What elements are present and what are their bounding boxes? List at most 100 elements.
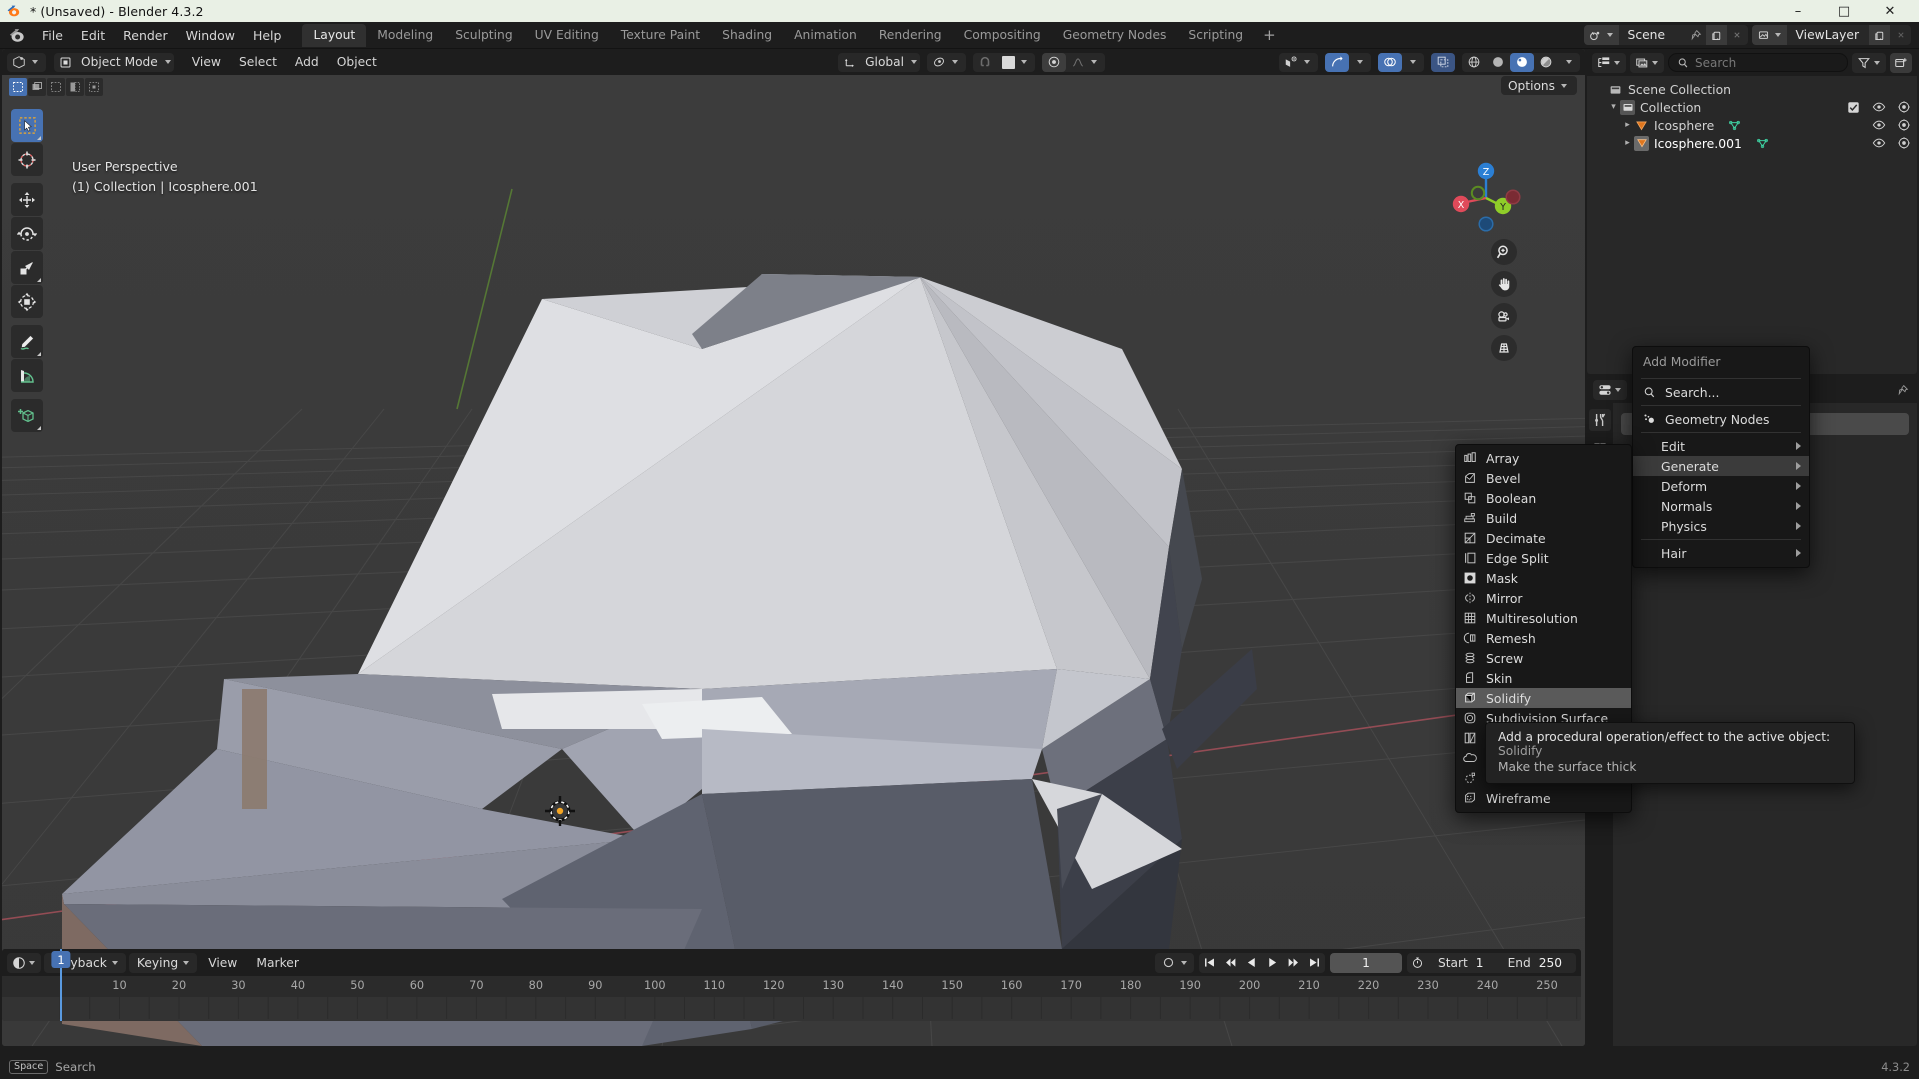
next-keyframe-icon[interactable] [1283,953,1304,973]
close-button[interactable]: ✕ [1867,0,1913,22]
stopwatch-icon[interactable] [1407,953,1428,973]
modifier-item-wireframe[interactable]: Wireframe [1456,788,1631,808]
timeline-menu-keying[interactable]: Keying [128,952,198,973]
viewlayer-icon[interactable] [1751,25,1787,45]
prev-keyframe-icon[interactable] [1220,953,1241,973]
menu-category-generate[interactable]: Generate [1633,456,1809,476]
proportional-edit-icon[interactable] [1042,52,1066,72]
proportional-editing-group[interactable] [1042,52,1105,72]
jump-start-icon[interactable] [1199,953,1220,973]
outliner-editor[interactable]: Search Scene Collection ▾ Collection ▸ I… [1587,49,1917,374]
viewlayer-selector[interactable]: ViewLayer [1751,25,1911,45]
pan-hand-icon[interactable] [1491,271,1517,297]
viewport-menu-select[interactable]: Select [231,53,285,71]
menu-item-geometry-nodes[interactable]: Geometry Nodes [1633,409,1809,429]
menu-window[interactable]: Window [177,25,244,46]
unlink-icon[interactable] [1727,25,1748,45]
menu-file[interactable]: File [33,25,72,46]
timeline-editor-icon[interactable] [7,952,41,973]
overlays-group[interactable] [1378,52,1424,72]
3d-viewport[interactable]: Object Mode View Select Add Object Globa… [2,49,1585,1046]
move-tool[interactable] [11,183,43,216]
auto-keying-toggle[interactable] [1155,952,1195,973]
transform-tool[interactable] [11,285,43,318]
pin-icon[interactable] [1893,381,1911,399]
viewport-menu-view[interactable]: View [184,53,229,71]
expand-arrow[interactable]: ▾ [1607,102,1620,112]
frame-range-group[interactable]: Start 1 End 250 [1407,952,1576,973]
wireframe-icon[interactable] [1462,53,1486,72]
current-frame-input[interactable]: 1 [1330,952,1403,973]
outliner-row-icosphere-001[interactable]: ▸ Icosphere.001 [1587,134,1917,152]
workspace-tab-shading[interactable]: Shading [711,24,783,47]
modifier-item-boolean[interactable]: Boolean [1456,488,1631,508]
xray-icon[interactable] [1431,52,1455,72]
add-cube-tool[interactable] [11,399,43,432]
camera-render-icon[interactable] [1896,118,1911,133]
new-collection-icon[interactable] [1890,52,1912,73]
material-preview-icon[interactable] [1510,52,1534,72]
menu-help[interactable]: Help [244,25,291,46]
checkbox-icon[interactable] [1846,100,1861,115]
workspace-tab-compositing[interactable]: Compositing [953,24,1052,47]
menu-category-edit[interactable]: Edit [1633,436,1809,456]
workspace-tab-rendering[interactable]: Rendering [868,24,953,47]
workspace-tab-geometry-nodes[interactable]: Geometry Nodes [1052,24,1178,47]
overlays-icon[interactable] [1378,52,1402,72]
modifier-item-mask[interactable]: Mask [1456,568,1631,588]
snap-magnet-icon[interactable] [973,53,997,72]
shading-mode-group[interactable] [1462,52,1580,72]
timeline-menu-view[interactable]: View [200,954,245,972]
outliner-scene-icon[interactable] [1630,52,1664,73]
expand-arrow[interactable]: ▸ [1621,138,1634,148]
snapping-group[interactable] [973,52,1035,72]
outliner-display-mode-icon[interactable] [1592,52,1626,73]
shading-dropdown[interactable] [1558,53,1580,72]
tool-tab-icon[interactable] [1589,409,1611,431]
viewport-menu-add[interactable]: Add [287,53,327,71]
modifier-item-build[interactable]: Build [1456,508,1631,528]
modifier-item-array[interactable]: Array [1456,448,1631,468]
eye-icon[interactable] [1871,136,1886,151]
timeline-menu-marker[interactable]: Marker [248,954,307,972]
scene-selector[interactable]: Scene [1583,25,1748,45]
maximize-button[interactable]: □ [1821,0,1867,22]
outliner-row-scene-collection[interactable]: Scene Collection [1587,80,1917,98]
gizmo-icon[interactable] [1325,52,1349,72]
menu-category-deform[interactable]: Deform [1633,476,1809,496]
measure-tool[interactable] [11,359,43,392]
solid-icon[interactable] [1486,53,1510,72]
camera-render-icon[interactable] [1896,136,1911,151]
pin-icon[interactable] [1685,25,1706,45]
camera-view-icon[interactable] [1491,303,1517,329]
scene-name[interactable]: Scene [1619,28,1685,42]
filter-funnel-icon[interactable] [1852,52,1886,73]
toggle-perspective-icon[interactable] [1491,335,1517,361]
tweak-tool[interactable] [11,109,43,142]
snap-target-selector[interactable] [997,53,1035,72]
add-modifier-search-item[interactable]: Search... [1633,382,1809,402]
rotate-tool[interactable] [11,217,43,250]
scene-icon[interactable] [1583,25,1619,45]
outliner-search-input[interactable]: Search [1668,53,1848,72]
add-modifier-menu[interactable]: Add Modifier Search... Geometry Nodes Ed… [1632,346,1810,568]
menu-category-hair[interactable]: Hair [1633,543,1809,563]
end-frame-value[interactable]: 250 [1537,956,1576,970]
eye-icon[interactable] [1871,100,1886,115]
outliner-row-icosphere[interactable]: ▸ Icosphere [1587,116,1917,134]
menu-edit[interactable]: Edit [72,25,114,46]
workspace-tab-animation[interactable]: Animation [783,24,868,47]
expand-arrow[interactable]: ▸ [1621,120,1634,130]
interaction-mode-selector[interactable]: Object Mode [54,52,174,72]
modifier-item-mirror[interactable]: Mirror [1456,588,1631,608]
outliner-row-collection[interactable]: ▾ Collection [1587,98,1917,116]
timeline-ruler[interactable]: 1102030405060708090100110120130140150160… [2,976,1581,997]
viewlayer-name[interactable]: ViewLayer [1787,28,1869,42]
zoom-icon[interactable] [1491,239,1517,265]
transform-orientation-selector[interactable]: Global [838,52,920,72]
circle-select-icon[interactable] [47,77,65,96]
add-workspace-button[interactable]: + [1254,24,1285,46]
properties-editor-icon[interactable] [1593,380,1627,400]
new-viewlayer-icon[interactable] [1869,25,1890,45]
modifier-item-screw[interactable]: Screw [1456,648,1631,668]
